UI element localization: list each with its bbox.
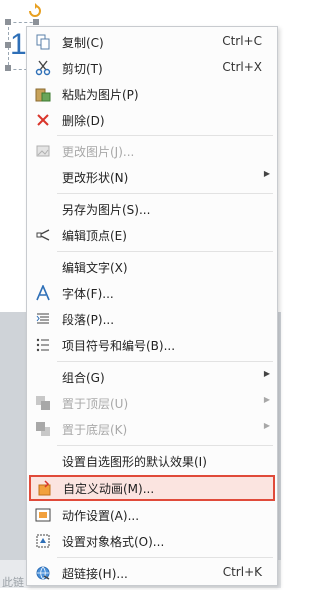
menu-item-edit-text[interactable]: 编辑文字(X): [28, 254, 276, 280]
menu-separator: [57, 251, 273, 252]
bring-front-icon: [34, 394, 52, 412]
format-object-icon: [34, 532, 52, 550]
menu-separator: [57, 193, 273, 194]
hyperlink-icon: [34, 564, 52, 582]
menu-item-bullets-numbering[interactable]: 项目符号和编号(B)...: [28, 332, 276, 358]
edit-points-icon: [34, 226, 52, 244]
resize-handle[interactable]: [33, 19, 39, 25]
menu-item-copy[interactable]: 复制(C) Ctrl+C: [28, 29, 276, 55]
menu-item-format-object[interactable]: 设置对象格式(O)...: [28, 528, 276, 554]
menu-item-label: 超链接(H)...: [62, 567, 128, 581]
context-menu: 复制(C) Ctrl+C 剪切(T) Ctrl+X 粘贴为图片(P) 删除(D)…: [26, 26, 278, 586]
font-icon: [34, 284, 52, 302]
menu-item-label: 更改图片(J)...: [62, 145, 135, 159]
menu-item-shortcut: Ctrl+K: [222, 565, 262, 579]
resize-handle[interactable]: [5, 19, 11, 25]
menu-item-label: 删除(D): [62, 114, 105, 128]
rotate-handle-icon[interactable]: [27, 2, 43, 18]
menu-item-set-default-effect[interactable]: 设置自选图形的默认效果(I): [28, 448, 276, 474]
menu-item-font[interactable]: 字体(F)...: [28, 280, 276, 306]
menu-item-label: 更改形状(N): [62, 171, 129, 185]
menu-item-label: 设置自选图形的默认效果(I): [62, 455, 207, 469]
menu-item-label: 字体(F)...: [62, 287, 114, 301]
menu-item-bring-to-front[interactable]: 置于顶层(U) ▶: [28, 390, 276, 416]
menu-item-paste-as-image[interactable]: 粘贴为图片(P): [28, 81, 276, 107]
menu-item-label: 另存为图片(S)...: [62, 203, 151, 217]
menu-item-paragraph[interactable]: 段落(P)...: [28, 306, 276, 332]
bullets-icon: [34, 336, 52, 354]
menu-item-label: 编辑文字(X): [62, 261, 128, 275]
menu-separator: [57, 361, 273, 362]
menu-item-edit-points[interactable]: 编辑顶点(E): [28, 222, 276, 248]
submenu-arrow-icon: ▶: [263, 169, 270, 178]
submenu-arrow-icon: ▶: [263, 395, 270, 404]
menu-item-change-image[interactable]: 更改图片(J)...: [28, 138, 276, 164]
change-image-icon: [34, 142, 52, 160]
action-settings-icon: [34, 506, 52, 524]
menu-item-custom-animation[interactable]: 自定义动画(M)...: [29, 475, 275, 501]
send-back-icon: [34, 420, 52, 438]
submenu-arrow-icon: ▶: [263, 421, 270, 430]
menu-item-label: 自定义动画(M)...: [63, 482, 155, 496]
menu-item-label: 编辑顶点(E): [62, 229, 127, 243]
menu-item-label: 剪切(T): [62, 62, 103, 76]
menu-item-shortcut: Ctrl+C: [222, 34, 262, 48]
copy-icon: [34, 33, 52, 51]
submenu-arrow-icon: ▶: [263, 369, 270, 378]
menu-item-label: 置于底层(K): [62, 423, 128, 437]
menu-separator: [57, 135, 273, 136]
resize-handle[interactable]: [5, 42, 11, 48]
menu-item-label: 项目符号和编号(B)...: [62, 339, 176, 353]
menu-item-label: 动作设置(A)...: [62, 509, 140, 523]
menu-item-delete[interactable]: 删除(D): [28, 107, 276, 133]
menu-separator: [57, 445, 273, 446]
resize-handle[interactable]: [5, 65, 11, 71]
menu-item-cut[interactable]: 剪切(T) Ctrl+X: [28, 55, 276, 81]
menu-item-shortcut: Ctrl+X: [222, 60, 262, 74]
menu-separator: [57, 557, 273, 558]
menu-item-change-shape[interactable]: 更改形状(N) ▶: [28, 164, 276, 190]
menu-item-send-to-back[interactable]: 置于底层(K) ▶: [28, 416, 276, 442]
menu-item-label: 设置对象格式(O)...: [62, 535, 165, 549]
custom-animation-icon: [36, 479, 54, 497]
menu-item-action-settings[interactable]: 动作设置(A)...: [28, 502, 276, 528]
paste-image-icon: [34, 85, 52, 103]
delete-icon: [34, 111, 52, 129]
menu-item-label: 复制(C): [62, 36, 104, 50]
paragraph-icon: [34, 310, 52, 328]
shape-text: 1: [10, 28, 27, 61]
cut-icon: [34, 59, 52, 77]
menu-item-label: 置于顶层(U): [62, 397, 129, 411]
menu-item-label: 组合(G): [62, 371, 105, 385]
menu-item-label: 粘贴为图片(P): [62, 88, 139, 102]
menu-item-save-as-image[interactable]: 另存为图片(S)...: [28, 196, 276, 222]
menu-item-label: 段落(P)...: [62, 313, 115, 327]
menu-item-hyperlink[interactable]: 超链接(H)... Ctrl+K: [28, 560, 276, 586]
menu-item-group[interactable]: 组合(G) ▶: [28, 364, 276, 390]
